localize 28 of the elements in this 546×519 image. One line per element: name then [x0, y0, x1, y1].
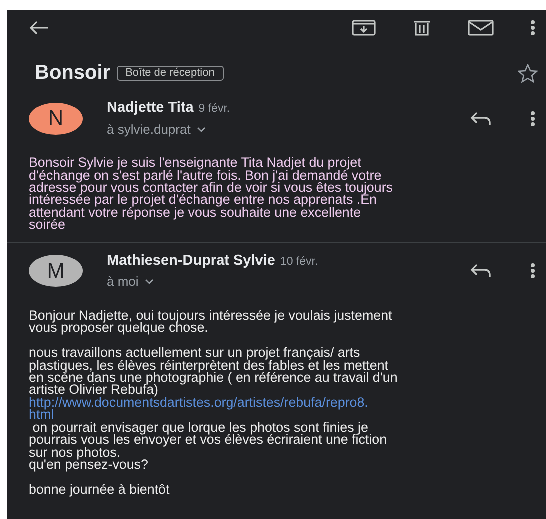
chevron-down-icon [144, 279, 154, 286]
message-date: 10 févr. [280, 254, 318, 270]
more-options-button[interactable] [530, 110, 536, 127]
recipient-toggle[interactable]: à sylvie.duprat [107, 120, 230, 140]
star-button[interactable] [518, 64, 538, 82]
chevron-down-icon [196, 126, 206, 132]
more-options-button[interactable] [530, 263, 536, 280]
message-date: 9 févr. [198, 102, 230, 117]
message-text: Bonsoir Sylvie je suis l'enseignante Tita Nadjet du projet d'échange on s'est parlé l'autre fois. Bon j'ai demandé votre adresse pour vous contacter afin de voir si vous êtes toujours intéressée par le projet d'échange entre nos apprenats .En attendant votre réponse je vous souhaite une excellente soirée [29, 157, 394, 232]
reply-button[interactable] [470, 112, 492, 126]
message-text: bonne journée à bientôt [29, 484, 171, 496]
message-text: Bonjour Nadjette, oui toujours intéressée je voulais justement vous proposer quelque chose. [29, 310, 394, 335]
delete-button[interactable] [412, 20, 432, 36]
sender-name: Nadjette Tita [107, 99, 194, 118]
avatar: M [29, 255, 83, 288]
recipient-toggle[interactable]: à moi [107, 272, 318, 292]
back-button[interactable] [29, 21, 49, 35]
link[interactable]: http://www.documentsdartistes.org/artistes/rebufa/repro8. html [29, 396, 536, 422]
archive-button[interactable] [352, 20, 376, 36]
message-text: nous travaillons actuellement sur un projet français/ arts plastiques, les élèves réinterprètent des fables et les mettent en scène dans une photographie ( en référence au travail d'un artiste Olivier Rebufa) [29, 347, 399, 397]
sender-name: Mathiesen-Duprat Sylvie [107, 252, 276, 271]
more-options-button[interactable] [530, 20, 536, 36]
email-subject: Bonsoir [35, 61, 111, 86]
avatar: N [29, 102, 83, 135]
reply-button[interactable] [470, 264, 492, 278]
message-text: on pourrait envisager que lorque les photos sont finies je pourrais vous les envoyer et vos élèves écriraient une fiction sur nos photos. qu'en pensez-vous? [29, 422, 388, 472]
inbox-label[interactable]: Boîte de réception [116, 66, 224, 80]
mail-button[interactable] [468, 20, 494, 36]
